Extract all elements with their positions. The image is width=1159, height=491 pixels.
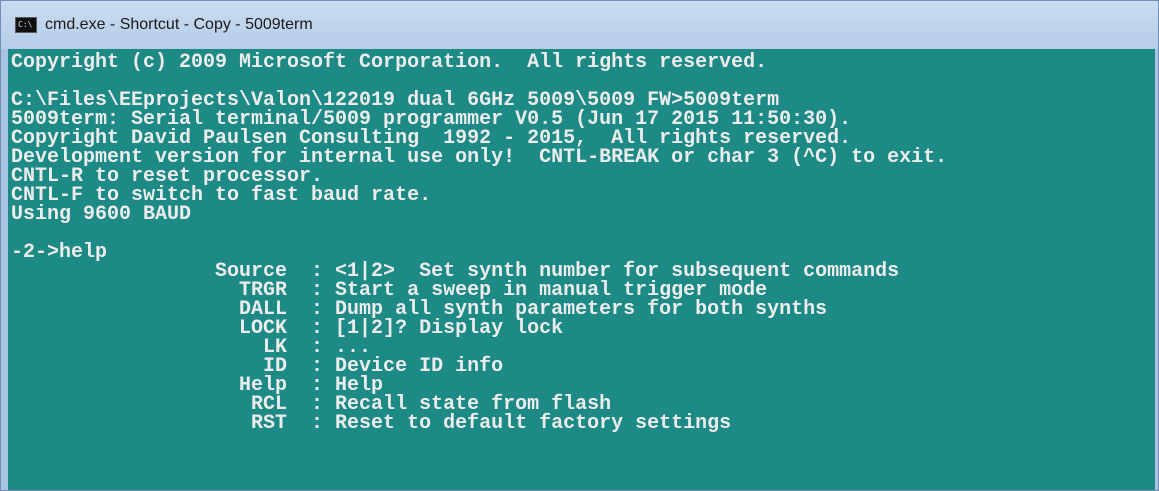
window-title: cmd.exe - Shortcut - Copy - 5009term <box>45 16 313 33</box>
console-area[interactable]: Copyright (c) 2009 Microsoft Corporation… <box>8 49 1155 490</box>
cmd-window: C:\ cmd.exe - Shortcut - Copy - 5009term… <box>0 0 1159 491</box>
title-bar[interactable]: C:\ cmd.exe - Shortcut - Copy - 5009term <box>1 1 1158 49</box>
console-line: RST : Reset to default factory settings <box>11 412 732 435</box>
console-line: Using 9600 BAUD <box>11 203 192 226</box>
cmd-app-icon[interactable]: C:\ <box>15 17 37 33</box>
console-output: Copyright (c) 2009 Microsoft Corporation… <box>8 49 1155 435</box>
console-line: Copyright (c) 2009 Microsoft Corporation… <box>11 51 768 74</box>
